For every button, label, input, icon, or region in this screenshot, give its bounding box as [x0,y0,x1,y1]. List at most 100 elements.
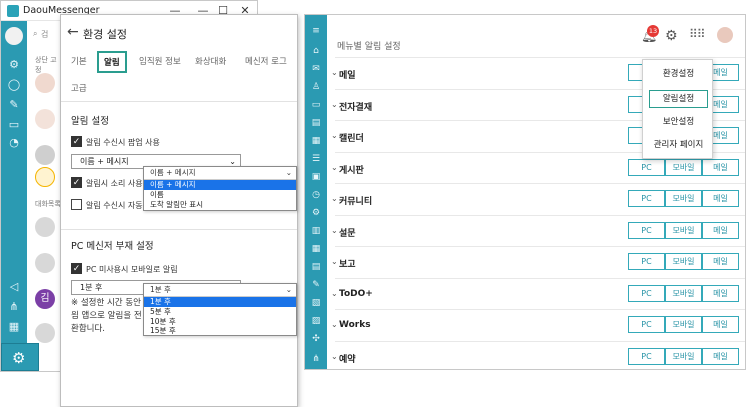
chevron-down-icon[interactable]: ⌄ [331,131,338,140]
avatar[interactable] [35,109,55,129]
mail-button[interactable]: 메일 [702,347,739,365]
mail-icon[interactable]: ✉ [310,63,322,75]
mobile-button[interactable]: 모바일 [665,221,702,239]
search-icon[interactable]: ⌕ [33,29,37,39]
chevron-down-icon[interactable]: ⌄ [331,289,338,298]
attach-icon[interactable]: ✎ [6,97,22,113]
pc-button[interactable]: PC [628,316,665,333]
clock-icon[interactable]: ◷ [310,189,322,201]
plugin-icon[interactable]: ✣ [310,333,322,345]
mobile-button[interactable]: 모바일 [665,253,702,270]
time-dropdown-current[interactable]: 1분 후 ⌄ [144,284,296,297]
back-arrow-icon[interactable]: ← [67,24,79,40]
mail-button[interactable]: 메일 [702,190,739,207]
chevron-down-icon[interactable]: ⌄ [331,320,338,329]
divider [61,101,297,102]
home-icon[interactable]: ⌂ [310,45,322,57]
mobile-button[interactable]: 모바일 [665,158,702,176]
menu-item-admin[interactable]: 관리자 페이지 [649,137,708,155]
pc-button[interactable]: PC [628,158,665,176]
avatar[interactable] [35,323,55,343]
call-icon[interactable]: ◔ [6,135,22,151]
pc-button[interactable]: PC [628,190,665,207]
approval-icon[interactable]: ▤ [310,117,322,129]
pc-button[interactable]: PC [628,253,665,270]
popup-checkbox[interactable]: ✓ [71,136,82,147]
tab-advanced[interactable]: 고급 [71,82,87,94]
person-icon[interactable]: ♙ [310,81,322,93]
mail-button[interactable]: 메일 [702,284,739,302]
sound-checkbox[interactable]: ✓ [71,177,82,188]
grid-icon[interactable]: ▦ [6,319,22,335]
tab-video[interactable]: 화상대화 [195,55,226,67]
dropdown-option[interactable]: 15분 후 [144,327,296,335]
edit-icon[interactable]: ✎ [310,279,322,291]
chevron-down-icon[interactable]: ⌄ [331,68,338,77]
volume-icon[interactable]: ◁ [6,279,22,295]
menu-icon[interactable]: ≡ [310,25,322,37]
mail-button[interactable]: 메일 [702,253,739,270]
settings-icon[interactable]: ⚙ [6,57,22,73]
grid-icon[interactable]: ▦ [310,243,322,255]
avatar[interactable] [35,145,55,165]
avatar-initial[interactable]: 김 [35,289,55,309]
apps-grid-icon[interactable]: ⠿⠿ [689,27,706,41]
avatar[interactable] [717,27,733,43]
mail-button[interactable]: 메일 [702,221,739,239]
chevron-down-icon[interactable]: ⌄ [331,352,338,361]
mobile-button[interactable]: 모바일 [665,284,702,302]
gear-icon[interactable]: ⚙ [310,207,322,219]
chevron-down-icon[interactable]: ⌄ [331,257,338,266]
mobile-button[interactable]: 모바일 [665,347,702,365]
menu-item-alert[interactable]: 알림설정 [649,90,708,108]
avatar[interactable] [35,217,55,237]
pc-button[interactable]: PC [628,347,665,365]
dropdown-option[interactable]: 1분 후 [144,297,296,307]
avatar[interactable] [35,73,55,93]
org-icon[interactable]: ⋔ [310,353,322,365]
chevron-down-icon[interactable]: ⌄ [331,226,338,235]
bag-icon[interactable]: ▨ [310,315,322,327]
my-avatar[interactable] [5,27,23,45]
mobile-button[interactable]: 모바일 [665,190,702,207]
calendar-icon[interactable]: ▦ [310,135,322,147]
org-icon[interactable]: ⋔ [6,299,22,315]
menu-item-env[interactable]: 환경설정 [649,66,708,84]
dropdown-option[interactable]: 이름 + 메시지 [144,180,296,190]
dropdown-option[interactable]: 이름 [144,190,296,200]
board-icon[interactable]: ▣ [310,171,322,183]
chat-icon[interactable]: ◯ [6,77,22,93]
chevron-down-icon[interactable]: ⌄ [331,163,338,172]
pc-button[interactable]: PC [628,284,665,302]
pc-button[interactable]: PC [628,221,665,239]
popup-dropdown-current[interactable]: 이름 + 메시지 ⌄ [144,167,296,180]
mobile-button[interactable]: 모바일 [665,316,702,333]
list-icon[interactable]: ☰ [310,153,322,165]
menu-item-security[interactable]: 보안설정 [649,114,708,132]
tab-log[interactable]: 메신저 로그 [245,55,287,67]
dropdown-option[interactable]: 10분 후 [144,317,296,327]
gear-icon[interactable]: ⚙ [1,343,39,371]
report-icon[interactable]: ▤ [310,261,322,273]
mail-button[interactable]: 메일 [702,158,739,176]
tab-alert[interactable]: 알림 [97,51,127,73]
mobile-checkbox[interactable]: ✓ [71,263,82,274]
speaker-avatar[interactable] [35,167,55,187]
folder-icon[interactable]: ▭ [310,99,322,111]
auto-checkbox[interactable] [71,199,82,210]
tab-basic[interactable]: 기본 [71,55,87,67]
video-icon[interactable]: ▭ [6,117,22,133]
row-label: 보고 [339,260,356,270]
note-line: ※ 설정한 시간 동안 [71,298,141,308]
works-icon[interactable]: ▧ [310,297,322,309]
dropdown-option[interactable]: 5분 후 [144,307,296,317]
avatar[interactable] [35,253,55,273]
gear-icon[interactable]: ⚙ [665,28,678,44]
chevron-down-icon[interactable]: ⌄ [331,100,338,109]
dropdown-option[interactable]: 도착 알림만 표시 [144,200,296,210]
doc-icon[interactable]: ▥ [310,225,322,237]
tab-employee[interactable]: 임직원 정보 [139,55,181,67]
chevron-down-icon[interactable]: ⌄ [331,194,338,203]
mail-button[interactable]: 메일 [702,316,739,333]
search-input[interactable]: 검 [41,29,48,40]
